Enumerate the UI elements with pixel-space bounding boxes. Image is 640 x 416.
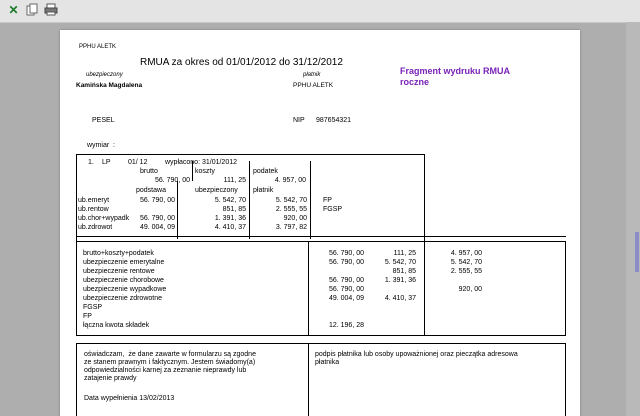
signature-line: płatnika xyxy=(315,359,340,366)
value-brutto: 56. 790, 00 xyxy=(154,177,190,184)
header-brutto: brutto xyxy=(140,168,158,175)
copy-icon[interactable] xyxy=(25,3,40,18)
row-payer: 3. 797, 82 xyxy=(275,224,307,231)
row-label: ub.rentow xyxy=(78,206,109,213)
summary-value-2: 1. 391, 36 xyxy=(384,277,416,284)
period-month: 01/ 12 xyxy=(128,159,148,166)
summary-label: brutto+koszty+podatek xyxy=(83,250,154,257)
declaration-date: Data wypełnienia 13/02/2013 xyxy=(84,395,175,402)
summary-divider xyxy=(308,241,309,336)
summary-value-2: 5. 542, 70 xyxy=(384,259,416,266)
row-insured: 851, 85 xyxy=(222,206,246,213)
row-label: ub.emeryt xyxy=(78,197,110,204)
period-paid-date: wypłacono: 31/01/2012 xyxy=(165,159,237,166)
row-label: ub.zdrowot xyxy=(78,224,113,231)
nip-label: NIP xyxy=(293,117,305,124)
summary-value-1: 12. 196, 28 xyxy=(328,322,364,329)
row-insured: 5. 542, 70 xyxy=(214,197,246,204)
value-koszty: 111, 25 xyxy=(223,177,246,184)
subheader-ubezpieczony: ubezpieczony xyxy=(195,187,238,194)
box-divider xyxy=(249,161,250,239)
summary-label: FGSP xyxy=(83,304,103,311)
declaration-divider xyxy=(308,343,309,416)
excel-icon[interactable]: ✕ xyxy=(6,3,21,18)
summary-value-2: 111, 25 xyxy=(393,250,416,257)
period-num: 1. xyxy=(88,159,94,166)
subheader-podstawa: podstawa xyxy=(136,187,166,194)
summary-label: ubezpieczenie wypadkowe xyxy=(83,286,167,293)
summary-value-1: 49. 004, 09 xyxy=(328,295,364,302)
summary-label: FP xyxy=(83,313,92,320)
summary-value-3: 4. 957, 00 xyxy=(450,250,482,257)
value-podatek: 4. 957, 00 xyxy=(274,177,306,184)
box-divider xyxy=(310,161,311,239)
payer-name: PPHU ALETK xyxy=(293,82,334,89)
summary-value-1: 56. 790, 00 xyxy=(328,277,364,284)
insured-label: ubezpieczony xyxy=(86,72,123,78)
summary-label: ubezpieczenie emerytalne xyxy=(83,259,165,266)
page-title: RMUA za okres od 01/01/2012 do 31/12/201… xyxy=(140,57,343,68)
toolbar: ✕ xyxy=(0,0,640,23)
annotation-line2: roczne xyxy=(400,77,430,87)
row-insured: 4. 410, 37 xyxy=(214,224,246,231)
pesel-label: PESEL xyxy=(92,117,115,124)
row-extra: FGSP xyxy=(323,206,343,213)
scrollbar-thumb[interactable] xyxy=(635,232,639,272)
document-page: PPHU ALETK RMUA za okres od 01/01/2012 d… xyxy=(60,30,580,416)
summary-value-1: 56. 790, 00 xyxy=(328,250,364,257)
print-icon[interactable] xyxy=(43,3,58,18)
summary-divider xyxy=(424,241,425,336)
summary-label: ubezpieczenie zdrowotne xyxy=(83,295,162,302)
row-base: 56. 790, 00 xyxy=(139,215,175,222)
summary-label: ubezpieczenie chorobowe xyxy=(83,277,164,284)
summary-value-3: 5. 542, 70 xyxy=(450,259,482,266)
summary-value-3: 920, 00 xyxy=(458,286,482,293)
section-label: wymiar : xyxy=(87,142,115,149)
summary-value-2: 851, 85 xyxy=(392,268,416,275)
nip-value: 987654321 xyxy=(316,117,352,124)
summary-label: łączna kwota składek xyxy=(83,322,150,329)
company-header: PPHU ALETK xyxy=(79,44,117,50)
summary-value-1: 56. 790, 00 xyxy=(328,259,364,266)
subheader-platnik: płatnik xyxy=(253,187,274,194)
vertical-scrollbar[interactable] xyxy=(626,22,640,416)
row-base: 56. 790, 00 xyxy=(139,197,175,204)
annotation-line1: Fragment wydruku RMUA xyxy=(400,66,511,76)
summary-value-2: 4. 410, 37 xyxy=(384,295,416,302)
row-base: 49. 004, 09 xyxy=(139,224,175,231)
header-koszty: koszty xyxy=(195,168,215,175)
header-podatek: podatek xyxy=(253,168,278,175)
payer-label: płatnik xyxy=(303,72,321,78)
signature-line: podpis płatnika lub osoby upoważnionej o… xyxy=(315,351,518,358)
period-type: LP xyxy=(102,159,111,166)
summary-label: ubezpieczenie rentowe xyxy=(83,268,155,275)
summary-rule xyxy=(76,236,566,237)
insured-name: Kamińska Magdalena xyxy=(76,82,143,89)
box-divider xyxy=(177,181,178,239)
row-payer: 920, 00 xyxy=(283,215,307,222)
row-extra: FP xyxy=(323,197,332,204)
row-payer: 2. 555, 55 xyxy=(275,206,307,213)
row-payer: 5. 542, 70 xyxy=(275,197,307,204)
row-label: ub.chor+wypadk xyxy=(78,215,130,222)
summary-value-1: 56. 790, 00 xyxy=(328,286,364,293)
declaration-line: zatajenie prawdy xyxy=(84,375,137,382)
row-insured: 1. 391, 36 xyxy=(214,215,246,222)
summary-value-3: 2. 555, 55 xyxy=(450,268,482,275)
